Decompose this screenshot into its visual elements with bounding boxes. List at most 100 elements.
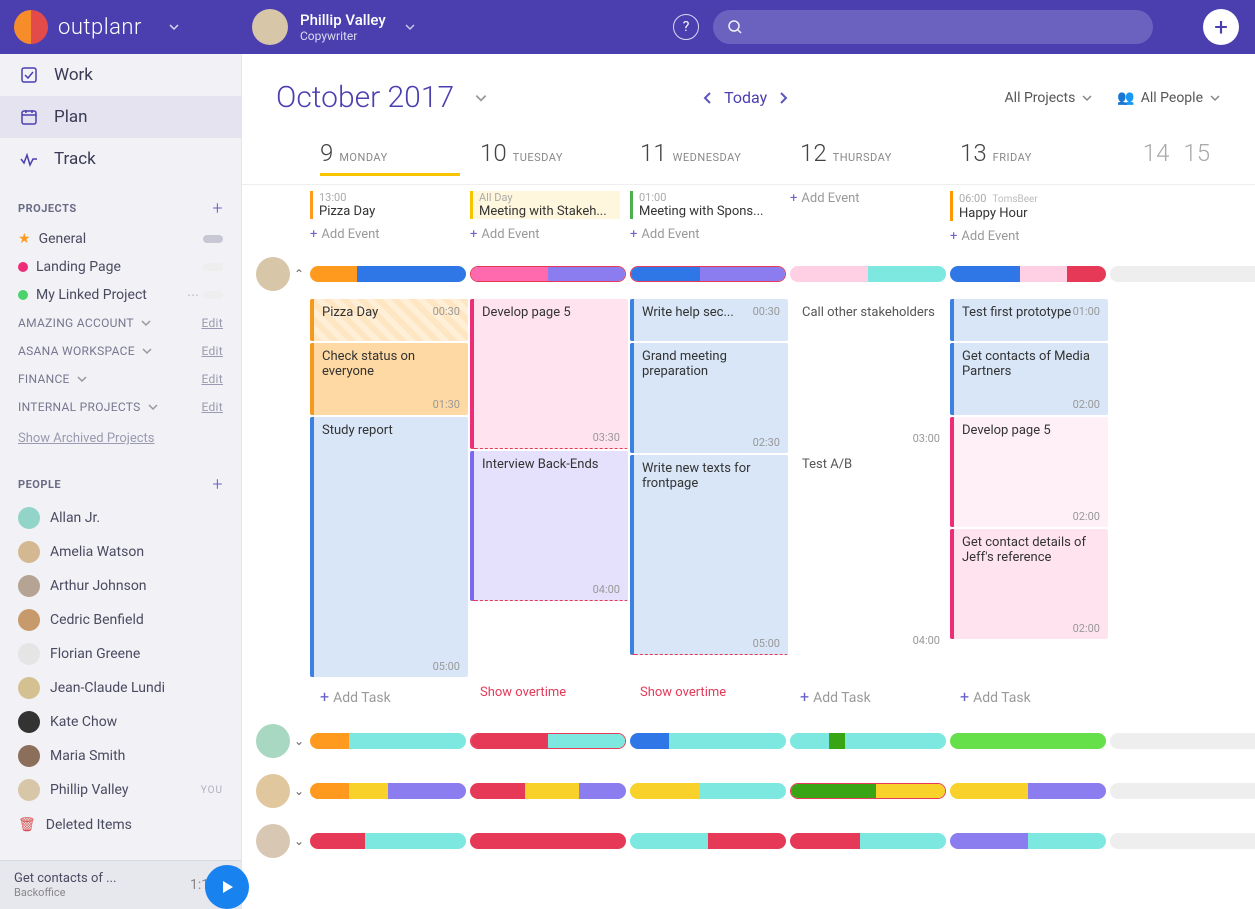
task-card[interactable]: Develop page 502:00 (950, 417, 1108, 527)
event[interactable]: 01:00Meeting with Spons... (630, 191, 780, 219)
add-task-button[interactable]: +Add Task (950, 677, 1108, 716)
show-overtime-button[interactable]: Show overtime (630, 677, 788, 708)
capacity-bar[interactable] (470, 266, 626, 282)
prev-week-button[interactable] (702, 91, 714, 105)
capacity-bar[interactable] (950, 266, 1106, 282)
person-item[interactable]: Kate Chow (0, 705, 241, 739)
person-item[interactable]: Florian Greene (0, 637, 241, 671)
add-button[interactable]: + (1203, 9, 1239, 45)
show-overtime-button[interactable]: Show overtime (470, 677, 628, 708)
capacity-bar[interactable] (630, 833, 786, 849)
filter-projects[interactable]: All Projects (1005, 90, 1094, 106)
deleted-items[interactable]: 🗑Deleted Items (0, 807, 241, 843)
capacity-bar[interactable] (950, 833, 1106, 849)
month-picker-chevron-icon[interactable] (474, 91, 488, 105)
month-title: October 2017 (276, 80, 454, 115)
capacity-bar[interactable] (310, 833, 466, 849)
capacity-bar[interactable] (790, 733, 946, 749)
play-button[interactable] (205, 865, 249, 909)
account-finance[interactable]: FINANCEEdit (0, 365, 241, 393)
help-button[interactable]: ? (673, 14, 699, 40)
add-event-button[interactable]: +Add Event (630, 227, 780, 242)
add-project-button[interactable]: + (212, 198, 223, 219)
task-card[interactable]: Write new texts for frontpage05:00 (630, 455, 788, 655)
task-card[interactable]: Interview Back-Ends04:00 (470, 451, 628, 601)
add-person-button[interactable]: + (212, 474, 223, 495)
add-event-button[interactable]: +Add Event (950, 229, 1100, 244)
edit-link[interactable]: Edit (201, 316, 223, 330)
account-asana[interactable]: ASANA WORKSPACEEdit (0, 337, 241, 365)
person-item[interactable]: Jean-Claude Lundi (0, 671, 241, 705)
task-card[interactable]: Check status on everyone01:30 (310, 343, 468, 415)
task-card[interactable]: Get contacts of Media Partners02:00 (950, 343, 1108, 415)
today-button[interactable]: Today (724, 88, 767, 107)
edit-link[interactable]: Edit (201, 400, 223, 414)
capacity-bar[interactable] (470, 783, 626, 799)
event[interactable]: 13:00Pizza Day (310, 191, 460, 219)
add-event-button[interactable]: +Add Event (470, 227, 620, 242)
capacity-bar[interactable] (630, 783, 786, 799)
capacity-bar[interactable] (310, 733, 466, 749)
task-card[interactable]: Study report05:00 (310, 417, 468, 677)
expand-person-button[interactable]: ⌄ (290, 734, 308, 748)
person-item[interactable]: Allan Jr. (0, 501, 241, 535)
person-item[interactable]: Amelia Watson (0, 535, 241, 569)
task-card[interactable]: Get contact details of Jeff's reference0… (950, 529, 1108, 639)
nav-work[interactable]: Work (0, 54, 241, 96)
capacity-bar[interactable] (1110, 833, 1255, 849)
nav-track[interactable]: Track (0, 138, 241, 180)
capacity-bar[interactable] (950, 733, 1106, 749)
person-item-me[interactable]: Phillip ValleyYOU (0, 773, 241, 807)
edit-link[interactable]: Edit (201, 372, 223, 386)
expand-person-button[interactable]: ⌄ (290, 834, 308, 848)
capacity-bar[interactable] (630, 266, 786, 282)
capacity-bar[interactable] (1110, 733, 1255, 749)
filter-people[interactable]: 👥All People (1117, 90, 1221, 106)
collapse-person-button[interactable]: ⌃ (290, 267, 308, 281)
task-card[interactable]: Test first prototype01:00 (950, 299, 1108, 341)
person-item[interactable]: Cedric Benfield (0, 603, 241, 637)
brand-name: outplanr (58, 15, 142, 40)
workspace-switcher-chevron-icon[interactable] (168, 21, 180, 33)
person-item[interactable]: Arthur Johnson (0, 569, 241, 603)
task-card[interactable]: Call other stakeholders03:00 (790, 299, 948, 449)
capacity-bar[interactable] (790, 833, 946, 849)
add-task-button[interactable]: +Add Task (310, 677, 468, 716)
user-chip[interactable]: Phillip Valley Copywriter (252, 9, 416, 45)
show-archived-link[interactable]: Show Archived Projects (0, 421, 241, 456)
capacity-bar[interactable] (1110, 266, 1255, 282)
avatar (18, 711, 40, 733)
capacity-bar[interactable] (790, 266, 946, 282)
search-input[interactable] (713, 10, 1153, 44)
task-card[interactable]: Pizza Day00:30 (310, 299, 468, 341)
account-amazing[interactable]: AMAZING ACCOUNTEdit (0, 309, 241, 337)
event[interactable]: 06:00TomsBeerHappy Hour (950, 191, 1100, 221)
chevron-down-icon[interactable] (404, 21, 416, 33)
task-card[interactable]: Develop page 503:30 (470, 299, 628, 449)
project-item-linked[interactable]: My Linked Project ⋯ (0, 281, 241, 309)
capacity-bar[interactable] (310, 266, 466, 282)
plan-person-row: ⌄ (242, 816, 1255, 866)
next-week-button[interactable] (777, 91, 789, 105)
capacity-bar[interactable] (630, 733, 786, 749)
task-card[interactable]: Grand meeting preparation02:30 (630, 343, 788, 453)
nav-plan[interactable]: Plan (0, 96, 241, 138)
add-event-button[interactable]: +Add Event (790, 191, 940, 206)
task-card[interactable]: Write help sec...00:30 (630, 299, 788, 341)
capacity-bar[interactable] (790, 783, 946, 799)
capacity-bar[interactable] (470, 833, 626, 849)
add-task-button[interactable]: +Add Task (790, 677, 948, 716)
task-card[interactable]: Test A/B04:00 (790, 451, 948, 651)
account-internal[interactable]: INTERNAL PROJECTSEdit (0, 393, 241, 421)
capacity-bar[interactable] (470, 733, 626, 749)
project-item-landing[interactable]: Landing Page (0, 253, 241, 281)
project-item-general[interactable]: ★ General (0, 225, 241, 253)
edit-link[interactable]: Edit (201, 344, 223, 358)
add-event-button[interactable]: +Add Event (310, 227, 460, 242)
event[interactable]: All DayMeeting with Stakeh... (470, 191, 620, 219)
capacity-bar[interactable] (1110, 783, 1255, 799)
capacity-bar[interactable] (950, 783, 1106, 799)
capacity-bar[interactable] (310, 783, 466, 799)
person-item[interactable]: Maria Smith (0, 739, 241, 773)
expand-person-button[interactable]: ⌄ (290, 784, 308, 798)
